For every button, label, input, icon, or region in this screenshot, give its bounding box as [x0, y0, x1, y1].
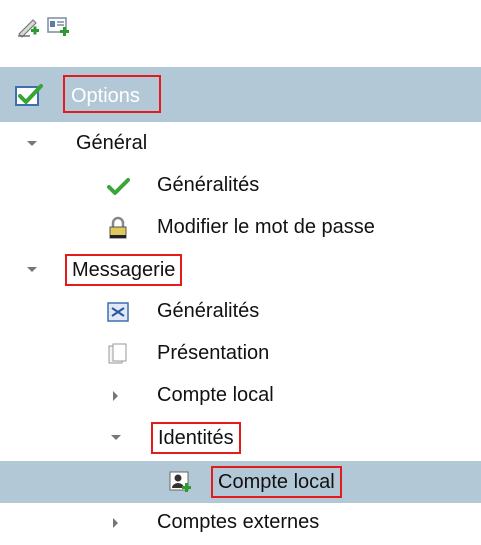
- tree-group-general[interactable]: Général: [0, 122, 481, 164]
- tree-item-identites[interactable]: Identités: [0, 416, 481, 458]
- tree-item-modifier-mot-de-passe[interactable]: Modifier le mot de passe: [0, 206, 481, 248]
- tree-item-messagerie-generalites[interactable]: Généralités: [0, 290, 481, 332]
- tree-item-identites-compte-local[interactable]: Compte local: [0, 461, 481, 503]
- checkbox-checked-icon: [14, 81, 44, 111]
- tree-item-generalites[interactable]: Généralités: [0, 164, 481, 206]
- chevron-right-icon[interactable]: [108, 515, 124, 531]
- tree-label-generalites: Généralités: [157, 174, 260, 196]
- tree-label-messagerie-generalites: Généralités: [157, 300, 260, 322]
- padlock-icon: [106, 216, 130, 240]
- tree-label-modifier-mot-de-passe: Modifier le mot de passe: [157, 216, 375, 238]
- add-pen-icon[interactable]: [16, 14, 40, 38]
- tree-label-messagerie: Messagerie: [65, 254, 183, 286]
- options-title[interactable]: Options: [63, 75, 161, 113]
- toolbar: [0, 0, 481, 66]
- tree-label-identites: Identités: [151, 422, 241, 454]
- options-header: Options: [0, 67, 481, 122]
- chevron-down-icon[interactable]: [24, 136, 40, 152]
- tree-label-comptes-externes: Comptes externes: [157, 511, 320, 533]
- tree-label-presentation: Présentation: [157, 342, 270, 364]
- tree-label-identites-compte-local: Compte local: [211, 466, 342, 498]
- user-card-icon: [168, 470, 192, 494]
- green-check-icon: [106, 174, 130, 198]
- pages-icon: [106, 342, 130, 366]
- tree-item-compte-local[interactable]: Compte local: [0, 374, 481, 416]
- tree-label-general: Général: [76, 132, 148, 154]
- tree-label-compte-local: Compte local: [157, 384, 274, 406]
- chevron-right-icon[interactable]: [108, 388, 124, 404]
- chevron-down-icon[interactable]: [108, 430, 124, 446]
- tree-item-presentation[interactable]: Présentation: [0, 332, 481, 374]
- chevron-down-icon[interactable]: [24, 262, 40, 278]
- add-contact-card-icon[interactable]: [46, 14, 70, 38]
- tree-item-comptes-externes[interactable]: Comptes externes: [0, 503, 481, 545]
- mail-settings-icon: [106, 300, 130, 324]
- tree-group-messagerie[interactable]: Messagerie: [0, 248, 481, 290]
